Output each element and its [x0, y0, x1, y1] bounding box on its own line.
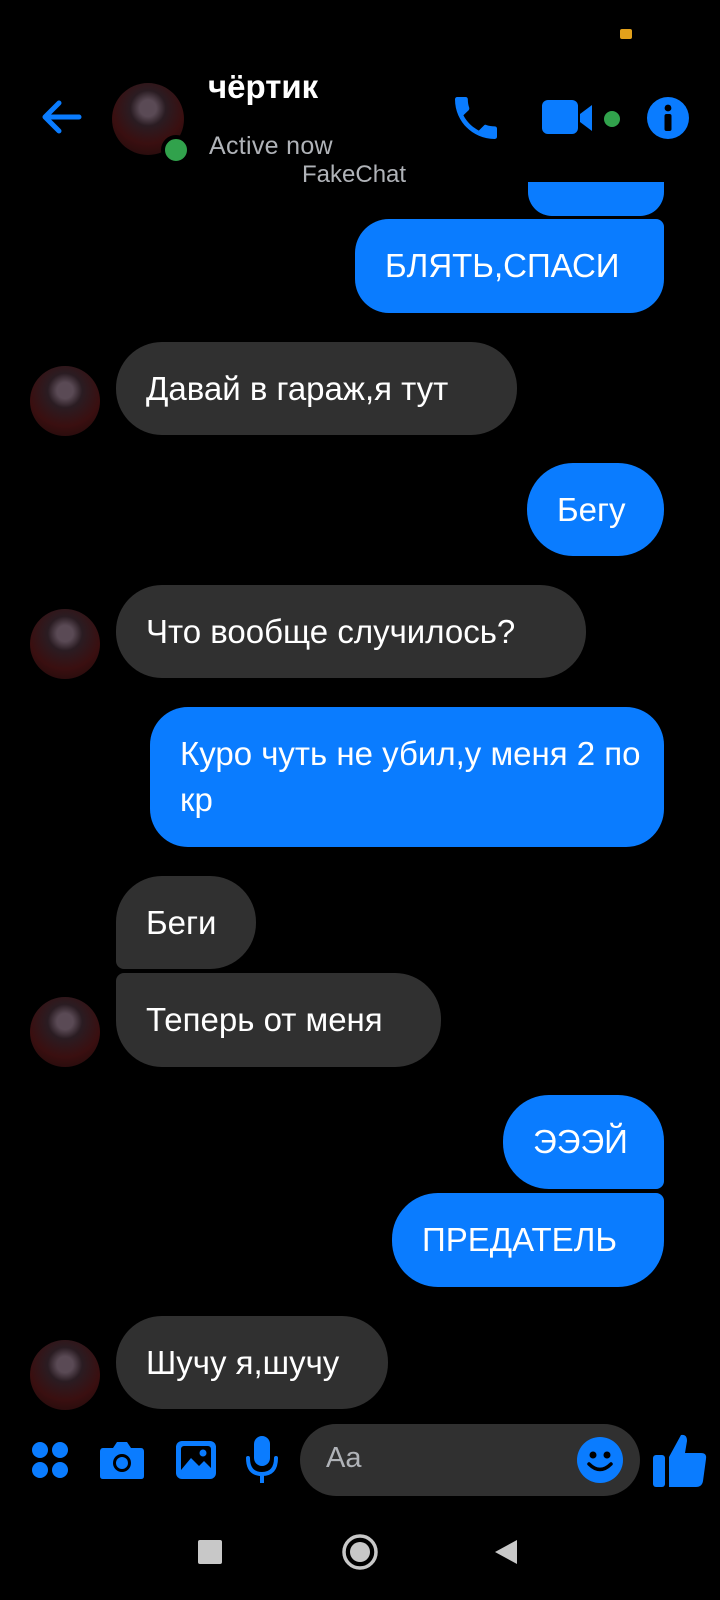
contact-avatar-small[interactable]: [30, 609, 100, 679]
phone-icon: [455, 97, 497, 139]
message-bubble-incoming[interactable]: Беги: [116, 876, 256, 969]
video-camera-icon: [542, 100, 592, 134]
message-bubble-incoming[interactable]: Давай в гараж,я тут: [116, 342, 517, 435]
message-bubble-outgoing[interactable]: БЛЯТЬ,СПАСИ: [355, 219, 664, 313]
message-bubble-incoming[interactable]: Теперь от меня: [116, 973, 441, 1067]
emoji-button[interactable]: [576, 1436, 624, 1484]
thumbs-up-icon: [653, 1434, 707, 1487]
message-bubble-partial[interactable]: [528, 182, 664, 216]
message-bubble-outgoing[interactable]: ЭЭЭЙ: [503, 1095, 664, 1189]
image-icon: [176, 1441, 216, 1479]
video-call-button[interactable]: [542, 96, 604, 142]
back-arrow-icon: [42, 100, 82, 134]
status-indicator: [620, 29, 632, 39]
back-triangle-icon: [495, 1540, 517, 1564]
contact-name[interactable]: чёртик: [208, 68, 318, 106]
contact-avatar-small[interactable]: [30, 366, 100, 436]
camera-icon: [100, 1442, 144, 1479]
info-icon: [647, 97, 689, 139]
contact-avatar-small[interactable]: [30, 997, 100, 1067]
like-button[interactable]: [650, 1430, 710, 1490]
info-button[interactable]: [646, 96, 690, 140]
square-icon: [198, 1540, 222, 1564]
message-input[interactable]: Aa: [300, 1424, 640, 1496]
emoji-icon: [577, 1437, 623, 1483]
contact-avatar-small[interactable]: [30, 1340, 100, 1410]
message-bubble-incoming[interactable]: Шучу я,шучу: [116, 1316, 388, 1409]
back-button[interactable]: [36, 92, 86, 142]
nav-back-button[interactable]: [490, 1536, 522, 1568]
active-status: Active now: [209, 132, 333, 160]
message-bubble-outgoing[interactable]: Бегу: [527, 463, 664, 556]
apps-icon: [32, 1442, 68, 1478]
camera-button[interactable]: [98, 1436, 146, 1484]
message-bubble-outgoing[interactable]: ПРЕДАТЕЛЬ: [392, 1193, 664, 1287]
message-bubble-outgoing[interactable]: Куро чуть не убил,у меня 2 по кр: [150, 707, 664, 847]
video-active-dot: [604, 111, 620, 127]
microphone-icon: [246, 1436, 278, 1483]
message-bubble-incoming[interactable]: Что вообще случилось?: [116, 585, 586, 678]
voice-call-button[interactable]: [448, 90, 504, 146]
nav-home-button[interactable]: [340, 1532, 380, 1572]
watermark-text: FakeChat: [302, 162, 407, 182]
apps-button[interactable]: [30, 1440, 70, 1480]
gallery-button[interactable]: [174, 1438, 218, 1482]
home-circle-icon: [342, 1534, 378, 1570]
nav-recents-button[interactable]: [196, 1538, 224, 1566]
message-input-placeholder: Aa: [326, 1442, 362, 1474]
voice-message-button[interactable]: [242, 1434, 282, 1486]
online-status-dot: [161, 135, 191, 165]
